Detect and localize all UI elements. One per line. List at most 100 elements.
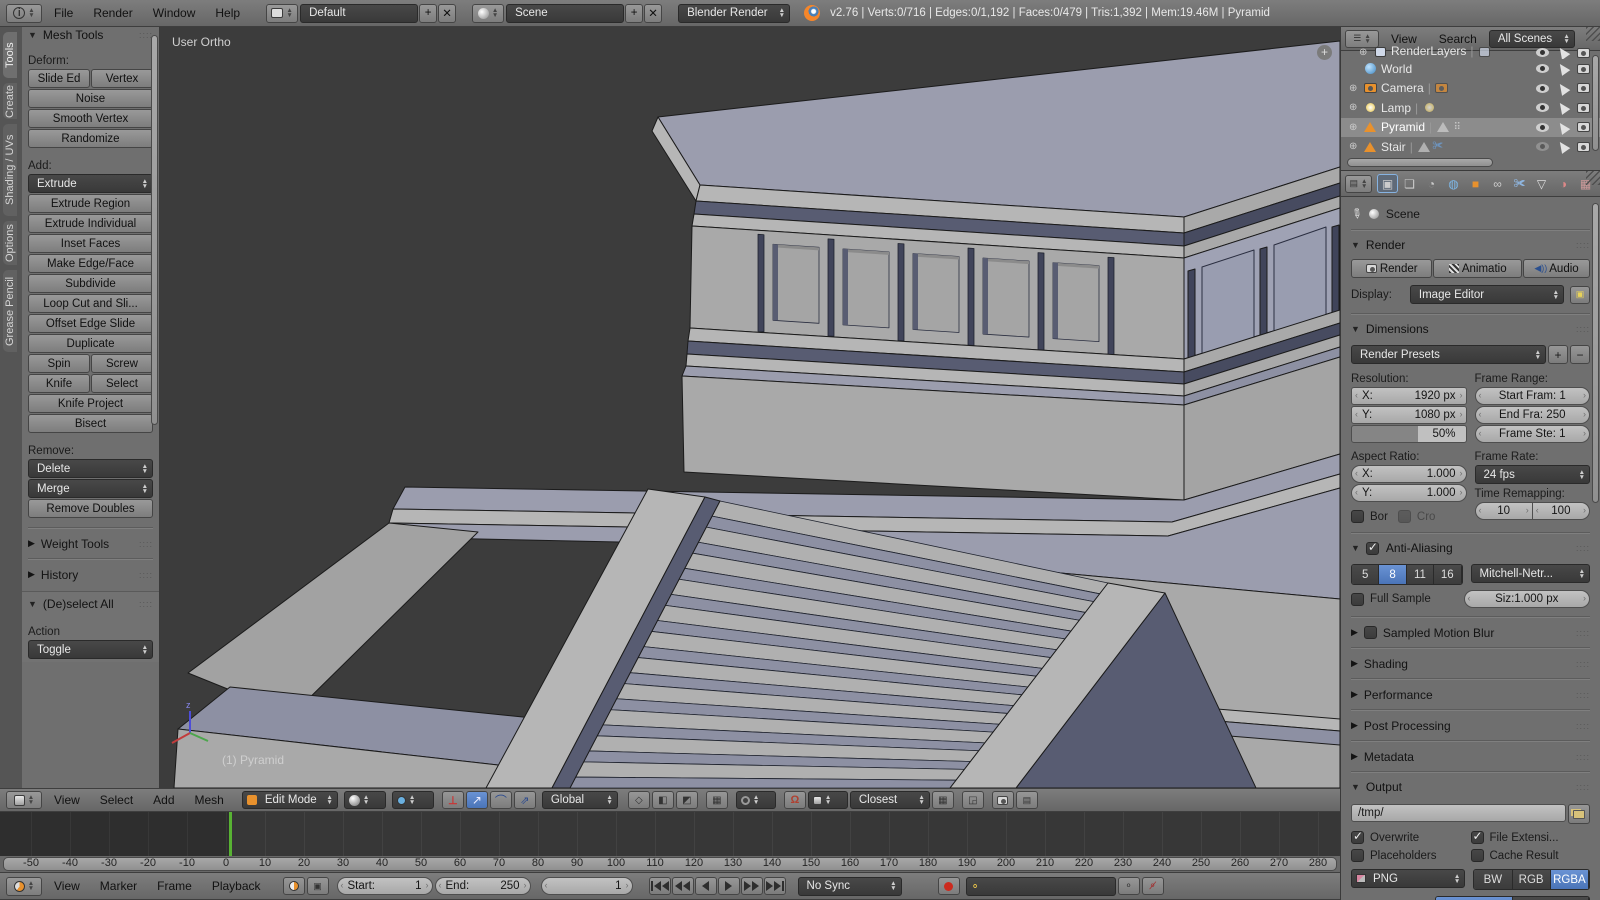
outliner-item-renderlayers[interactable]: ⊕RenderLayers| [1341,45,1600,59]
play-button[interactable] [718,877,740,895]
expand-toggle[interactable]: ⊕ [1349,122,1363,133]
start-frame-field[interactable]: ‹Start:1› [337,877,433,895]
start-frame-prop-field[interactable]: ‹Start Fram: 1› [1475,387,1591,405]
file-extensions-checkbox[interactable] [1471,831,1484,844]
color-mode-rgb[interactable]: RGB [1513,870,1551,889]
menu-marker[interactable]: Marker [90,874,147,898]
viewport-expand-button[interactable]: + [1317,45,1332,60]
properties-tab-material[interactable]: ◑ [1553,174,1574,193]
panel-header-output[interactable]: ▼Output:::: [1351,777,1590,797]
expand-toggle[interactable]: ⊕ [1349,83,1363,94]
panel-header-render[interactable]: ▼Render:::: [1351,235,1590,255]
face-select-button[interactable]: ◩ [676,791,698,809]
outliner-hscrollbar[interactable] [1347,158,1493,167]
toolshelf-tab-grease-pencil[interactable]: Grease Pencil [3,270,17,352]
screen-layout-field[interactable]: Default [300,4,418,23]
playback-range-button[interactable] [283,877,305,895]
renderability-camera-icon[interactable] [1577,64,1590,74]
properties-tab-data[interactable]: ▽ [1531,174,1552,193]
render-opengl-anim-button[interactable]: ▤ [1016,791,1038,809]
menu-playback[interactable]: Playback [202,874,271,898]
aspect-y-field[interactable]: ‹Y:1.000› [1351,484,1467,502]
cache-result-checkbox[interactable] [1471,849,1484,862]
remap-new-field[interactable]: ‹100› [1533,502,1590,520]
border-checkbox[interactable] [1351,510,1364,523]
aa-samples-8[interactable]: 8 [1379,565,1406,584]
button-noise[interactable]: Noise [28,89,153,108]
button-offset-edge-slide[interactable]: Offset Edge Slide [28,314,153,333]
sync-dropdown[interactable]: No Sync▲▼ [798,877,902,896]
panel-header-metadata[interactable]: ▶Metadata:::: [1351,746,1590,767]
button-smooth-vertex[interactable]: Smooth Vertex [28,109,153,128]
editor-type-3dview-button[interactable]: ▲▼ [6,791,42,809]
panel-header-history[interactable]: ▶History:::: [28,564,153,585]
vertex-select-button[interactable]: ◇ [628,791,650,809]
display-lock-button[interactable]: ▣ [1570,286,1590,304]
menu-render[interactable]: Render [83,1,142,25]
frame-step-field[interactable]: ‹Frame Ste: 1› [1475,425,1591,443]
menu-mesh[interactable]: Mesh [185,788,234,812]
toolshelf-tab-shading-uvs[interactable]: Shading / UVs [3,124,17,216]
record-button[interactable] [938,877,960,895]
visibility-eye-icon[interactable] [1536,48,1549,57]
selectability-arrow-icon[interactable] [1556,81,1571,96]
screen-layout-add-button[interactable]: + [419,4,437,23]
render-engine-dropdown[interactable]: Blender Render▲▼ [678,4,790,23]
output-path-field[interactable]: /tmp/ [1351,804,1566,822]
manipulator-axis-button[interactable]: ⊥ [442,791,464,809]
proportional-edit-dropdown[interactable]: ▲▼ [736,791,776,809]
menu-file[interactable]: File [44,1,83,25]
viewport-shading-dropdown[interactable]: ▲▼ [344,791,386,809]
selectability-arrow-icon[interactable] [1556,120,1571,135]
visibility-eye-icon[interactable] [1536,142,1549,151]
outliner-item-stair[interactable]: ⊕Stair|✀ [1341,137,1600,157]
selectability-arrow-icon[interactable] [1556,45,1571,59]
outliner-vscrollbar[interactable] [1592,55,1599,151]
visibility-eye-icon[interactable] [1536,103,1549,112]
aa-size-field[interactable]: ‹Siz:1.000 px› [1464,590,1591,608]
toolshelf-scrollbar[interactable] [151,35,158,425]
expand-toggle[interactable]: ⊕ [1359,47,1373,58]
manipulate-centers-button[interactable]: ◲ [962,791,984,809]
viewport-3d[interactable]: z User Ortho (1) Pyramid + [160,27,1340,788]
manipulator-scale-button[interactable]: ⇗ [514,791,536,809]
toolshelf-tab-options[interactable]: Options [3,221,17,265]
preset-add-button[interactable]: + [1548,345,1568,364]
pin-icon[interactable]: ✎ [1347,204,1366,223]
properties-tab-render[interactable]: ▣ [1377,174,1398,193]
panel-header-weight-tools[interactable]: ▶Weight Tools:::: [28,533,153,554]
aa-filter-dropdown[interactable]: Mitchell-Netr...▲▼ [1471,564,1591,583]
outliner-item-pyramid[interactable]: ⊕Pyramid|⠿ [1341,118,1600,138]
button-slide-ed[interactable]: Slide Ed [28,69,90,88]
mode-dropdown[interactable]: Edit Mode▲▼ [242,791,338,809]
screen-layout-delete-button[interactable]: ✕ [438,4,456,23]
editor-type-properties-button[interactable]: ▤▲▼ [1345,175,1372,193]
menu-frame[interactable]: Frame [147,874,202,898]
manipulator-rotate-button[interactable]: ⌒ [490,791,512,809]
file-format-dropdown[interactable]: PNG▲▼ [1351,869,1465,888]
display-dropdown[interactable]: Image Editor▲▼ [1410,285,1564,304]
properties-tab-modifiers[interactable]: ✀ [1509,174,1530,193]
panel-header-sampled-motion-blur[interactable]: ▶Sampled Motion Blur:::: [1351,622,1590,643]
renderability-camera-icon[interactable] [1577,48,1590,58]
properties-tab-constraints[interactable]: ∞ [1487,174,1508,193]
outliner-item-lamp[interactable]: ⊕Lamp| [1341,98,1600,118]
overwrite-checkbox[interactable] [1351,831,1364,844]
panel-header-shading[interactable]: ▶Shading:::: [1351,653,1590,674]
manipulator-translate-button[interactable]: ↗ [466,791,488,809]
selectability-arrow-icon[interactable] [1556,100,1571,115]
outliner-item-camera[interactable]: ⊕Camera| [1341,79,1600,99]
corner-grip[interactable] [1586,27,1600,41]
current-frame-field[interactable]: ‹1› [541,877,633,895]
button-remove-doubles[interactable]: Remove Doubles [28,499,153,518]
placeholders-checkbox[interactable] [1351,849,1364,862]
keying-set-field[interactable]: ⚬ [966,877,1116,896]
renderability-camera-icon[interactable] [1577,142,1590,152]
jump-to-start-button[interactable] [649,877,671,895]
visibility-eye-icon[interactable] [1536,64,1549,73]
prev-keyframe-button[interactable] [672,877,694,895]
timeline-area[interactable] [0,812,1340,856]
extrude-dropdown[interactable]: Extrude▲▼ [28,174,153,193]
menu-view[interactable]: View [44,788,90,812]
editor-type-timeline-button[interactable]: ▲▼ [6,877,42,896]
